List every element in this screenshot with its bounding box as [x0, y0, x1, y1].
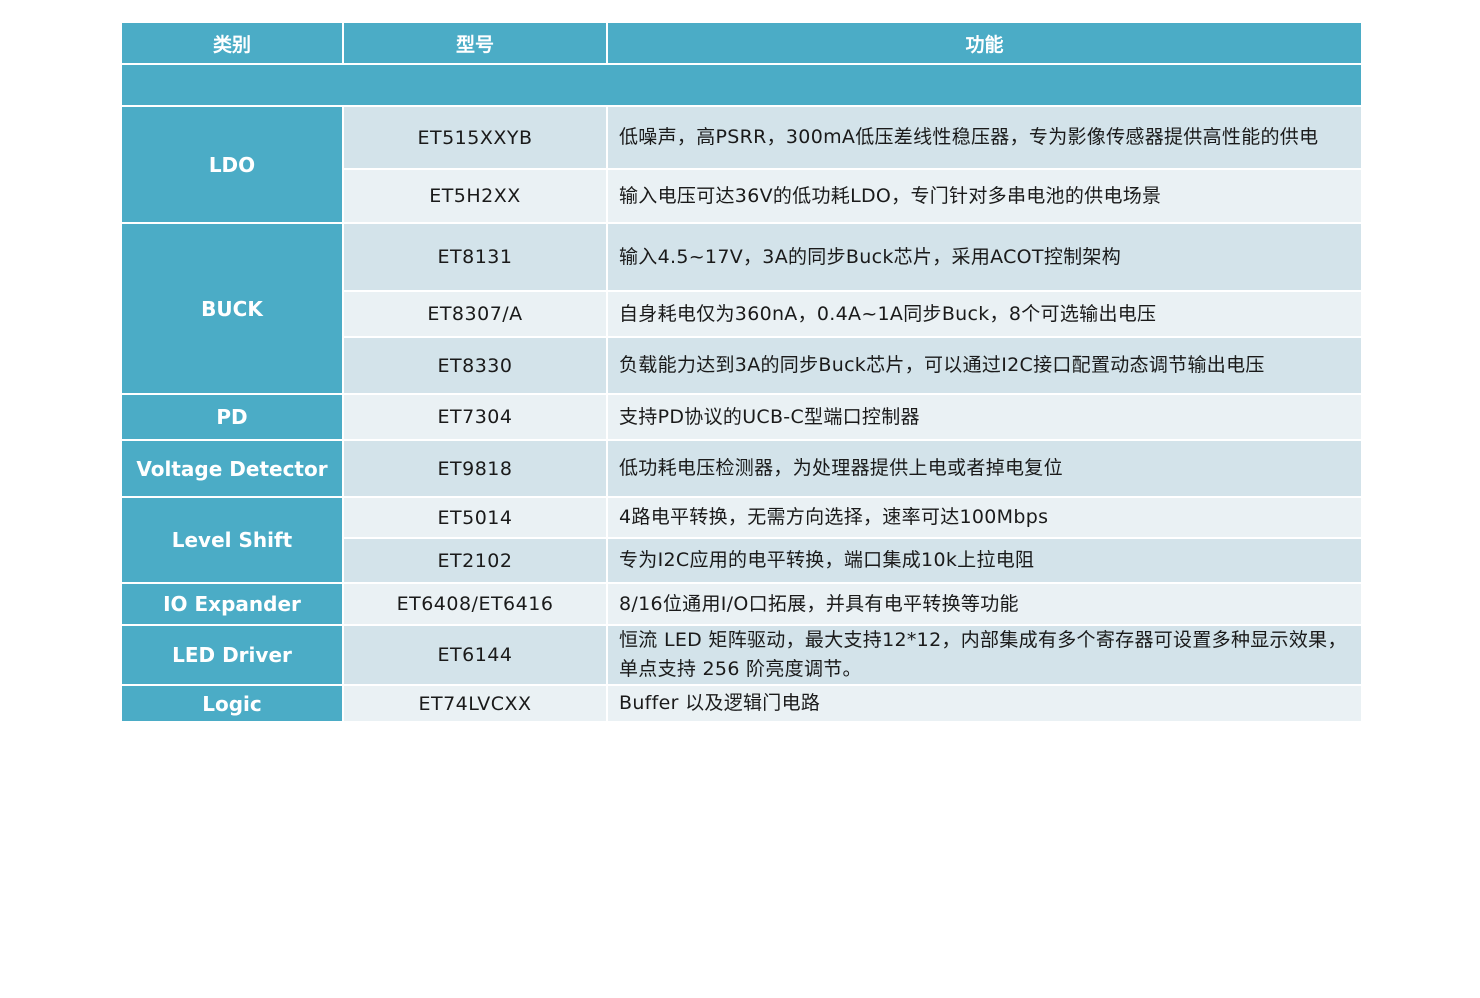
model-cell: ET9818 — [344, 441, 606, 496]
function-cell: Buffer 以及逻辑门电路 — [608, 686, 1361, 721]
model-cell: ET7304 — [344, 395, 606, 439]
function-cell: 低功耗电压检测器，为处理器提供上电或者掉电复位 — [608, 441, 1361, 496]
category-io-expander: IO Expander — [122, 584, 342, 624]
model-cell: ET5014 — [344, 498, 606, 537]
function-cell: 低噪声，高PSRR，300mA低压差线性稳压器，专为影像传感器提供高性能的供电 — [608, 107, 1361, 168]
model-cell: ET8330 — [344, 338, 606, 393]
function-cell: 输入4.5~17V，3A的同步Buck芯片，采用ACOT控制架构 — [608, 224, 1361, 290]
table-row: PD ET7304 支持PD协议的UCB-C型端口控制器 — [122, 395, 1361, 439]
table-row: LED Driver ET6144 恒流 LED 矩阵驱动，最大支持12*12，… — [122, 626, 1361, 684]
table-row: Level Shift ET5014 4路电平转换，无需方向选择，速率可达100… — [122, 498, 1361, 582]
page: { "table": { "headers": { "category": "类… — [0, 0, 1480, 998]
model-cell: ET6144 — [344, 626, 606, 684]
header-model: 型号 — [344, 23, 606, 63]
function-cell: 自身耗电仅为360nA，0.4A~1A同步Buck，8个可选输出电压 — [608, 292, 1361, 336]
model-cell: ET5H2XX — [344, 170, 606, 222]
function-cell: 8/16位通用I/O口拓展，并具有电平转换等功能 — [608, 584, 1361, 624]
category-voltage-detector: Voltage Detector — [122, 441, 342, 496]
function-cell: 支持PD协议的UCB-C型端口控制器 — [608, 395, 1361, 439]
table-row: Logic ET74LVCXX Buffer 以及逻辑门电路 — [122, 686, 1361, 721]
header-category: 类别 — [122, 23, 342, 63]
product-table: 类别 型号 功能 LDO ET515XXYB 低噪声，高PSRR，300mA低压… — [120, 21, 1363, 723]
function-cell: 恒流 LED 矩阵驱动，最大支持12*12，内部集成有多个寄存器可设置多种显示效… — [608, 626, 1361, 684]
header-function: 功能 — [608, 23, 1361, 63]
category-buck: BUCK — [122, 224, 342, 393]
category-level-shift: Level Shift — [122, 498, 342, 582]
table-row: IO Expander ET6408/ET6416 8/16位通用I/O口拓展，… — [122, 584, 1361, 624]
model-cell: ET515XXYB — [344, 107, 606, 168]
function-cell: 输入电压可达36V的低功耗LDO，专门针对多串电池的供电场景 — [608, 170, 1361, 222]
function-cell: 4路电平转换，无需方向选择，速率可达100Mbps — [608, 498, 1361, 537]
category-logic: Logic — [122, 686, 342, 721]
table-row: Voltage Detector ET9818 低功耗电压检测器，为处理器提供上… — [122, 441, 1361, 496]
header-spacer — [122, 65, 1361, 105]
model-cell: ET8131 — [344, 224, 606, 290]
category-ldo: LDO — [122, 107, 342, 222]
model-cell: ET8307/A — [344, 292, 606, 336]
function-cell: 专为I2C应用的电平转换，端口集成10k上拉电阻 — [608, 539, 1361, 582]
category-pd: PD — [122, 395, 342, 439]
function-cell: 负载能力达到3A的同步Buck芯片，可以通过I2C接口配置动态调节输出电压 — [608, 338, 1361, 393]
table-row: BUCK ET8131 输入4.5~17V，3A的同步Buck芯片，采用ACOT… — [122, 224, 1361, 393]
table-row: LDO ET515XXYB 低噪声，高PSRR，300mA低压差线性稳压器，专为… — [122, 107, 1361, 222]
model-cell: ET74LVCXX — [344, 686, 606, 721]
category-led-driver: LED Driver — [122, 626, 342, 684]
model-cell: ET6408/ET6416 — [344, 584, 606, 624]
header-row: 类别 型号 功能 — [122, 23, 1361, 63]
model-cell: ET2102 — [344, 539, 606, 582]
